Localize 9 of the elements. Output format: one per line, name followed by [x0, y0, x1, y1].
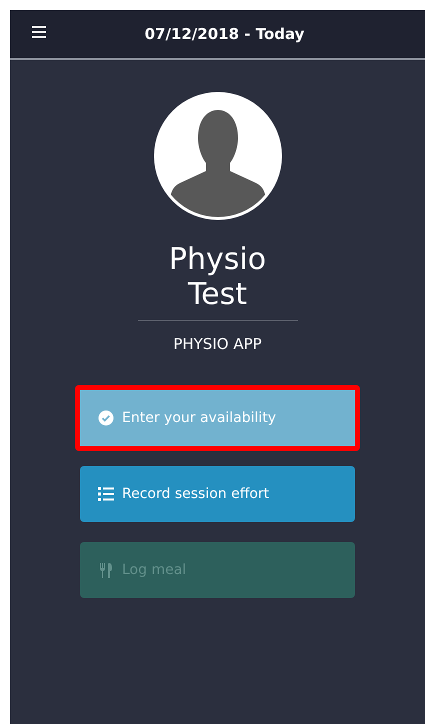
app-name: PHYSIO APP: [173, 335, 262, 353]
menu-icon[interactable]: [32, 26, 46, 38]
profile-name: Physio Test: [138, 242, 298, 321]
action-button[interactable]: Record session effort: [80, 466, 355, 522]
date-title: 07/12/2018 - Today: [144, 25, 304, 43]
action-button[interactable]: Enter your availability: [80, 390, 355, 446]
list-icon: [98, 486, 114, 502]
cutlery-icon: [98, 562, 114, 578]
check-icon: [98, 410, 114, 426]
